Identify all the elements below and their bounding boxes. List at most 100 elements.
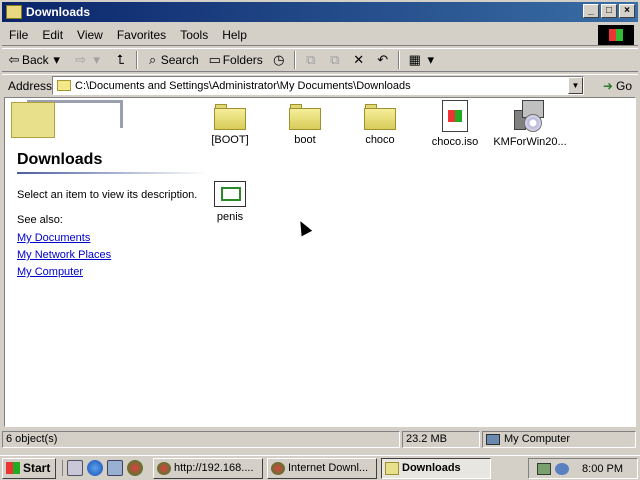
history-button[interactable]: ◷ — [267, 49, 291, 71]
close-button[interactable]: × — [619, 4, 635, 18]
system-tray: 8:00 PM — [528, 458, 638, 479]
internet-explorer-icon[interactable] — [87, 460, 103, 476]
web-view-panel: Downloads Select an item to view its des… — [5, 98, 210, 426]
file-item-label: [BOOT] — [211, 134, 249, 146]
go-label: Go — [615, 78, 632, 93]
address-label: Address — [8, 78, 53, 93]
outlook-express-icon[interactable] — [107, 460, 123, 476]
search-icon: ⌕ — [149, 52, 157, 67]
file-item-boot-bracket[interactable]: [BOOT] — [192, 102, 268, 146]
undo-icon: ↶ — [377, 52, 389, 67]
file-item-choco[interactable]: choco — [342, 102, 418, 146]
file-item-penis[interactable]: penis — [192, 181, 268, 223]
folder-icon — [385, 461, 399, 475]
search-button[interactable]: ⌕ Search — [141, 49, 203, 71]
copy-to-button[interactable]: ⧉ — [323, 49, 347, 71]
toolbar-separator — [293, 51, 296, 69]
start-button[interactable]: Start — [2, 457, 56, 479]
clock[interactable]: 8:00 PM — [582, 463, 623, 475]
task-downloads[interactable]: Downloads — [381, 457, 491, 479]
address-bar: Address C:\Documents and Settings\Admini… — [2, 74, 638, 96]
folders-button[interactable]: ▭ Folders — [203, 49, 267, 71]
address-value[interactable]: C:\Documents and Settings\Administrator\… — [75, 80, 411, 92]
folder-icon — [6, 5, 22, 19]
panel-divider — [17, 172, 207, 174]
file-item-label: penis — [216, 211, 244, 223]
computer-icon — [486, 433, 500, 445]
letter-icon — [214, 181, 246, 207]
status-size: 23.2 MB — [402, 430, 480, 448]
file-item-label: choco — [365, 134, 395, 146]
panel-description: Select an item to view its description. — [17, 189, 198, 201]
folder-icon — [214, 102, 246, 130]
explorer-window: Downloads _ □ × File Edit View Favorites… — [0, 0, 640, 455]
folder-view[interactable]: Downloads Select an item to view its des… — [4, 97, 636, 427]
file-item-boot[interactable]: boot — [267, 102, 343, 146]
quick-launch — [62, 460, 143, 476]
folders-label: Folders — [222, 53, 263, 67]
address-dropdown-icon[interactable]: ▼ — [568, 77, 583, 94]
file-item-label: KMForWin20... — [493, 136, 567, 148]
up-folder-icon: ⮤ — [116, 52, 125, 67]
folders-icon: ▭ — [208, 52, 221, 67]
link-my-documents[interactable]: My Documents — [17, 232, 90, 244]
network-icon[interactable] — [537, 462, 551, 475]
file-item-kmforwin[interactable]: KMForWin20... — [492, 100, 568, 148]
task-internet-download[interactable]: Internet Downl... — [267, 457, 377, 479]
file-item-label: choco.iso — [431, 136, 479, 148]
menu-help[interactable]: Help — [215, 28, 254, 42]
status-zone-label: My Computer — [504, 433, 571, 445]
delete-icon: ✕ — [353, 52, 365, 67]
copy-to-icon: ⧉ — [330, 52, 340, 67]
task-label: Internet Downl... — [288, 462, 369, 474]
show-desktop-icon[interactable] — [67, 460, 83, 476]
mouse-cursor-icon — [295, 218, 313, 237]
move-to-button[interactable]: ⧉ — [299, 49, 323, 71]
back-arrow-icon: ⇦ — [8, 52, 20, 67]
undo-button[interactable]: ↶ — [371, 49, 395, 71]
menu-favorites[interactable]: Favorites — [110, 28, 173, 42]
back-dropdown-icon[interactable]: ▾ — [49, 52, 65, 68]
title-bar[interactable]: Downloads _ □ × — [2, 2, 638, 22]
menu-edit[interactable]: Edit — [35, 28, 70, 42]
forward-dropdown-icon[interactable]: ▾ — [89, 52, 105, 68]
search-label: Search — [160, 53, 199, 67]
menu-tools[interactable]: Tools — [173, 28, 215, 42]
maximize-button[interactable]: □ — [601, 4, 617, 18]
views-button[interactable]: ▦ ▾ — [403, 49, 443, 71]
menu-view[interactable]: View — [70, 28, 110, 42]
task-label: http://192.168.... — [174, 462, 254, 474]
download-manager-icon — [271, 461, 285, 475]
address-input[interactable]: C:\Documents and Settings\Administrator\… — [52, 76, 584, 95]
connection-icon[interactable] — [555, 462, 569, 475]
link-my-network-places[interactable]: My Network Places — [17, 249, 111, 261]
link-my-computer[interactable]: My Computer — [17, 266, 83, 278]
views-icon: ▦ — [408, 52, 421, 67]
standard-toolbar: ⇦ Back ▾ ⇨ ▾ ⮤ ⌕ Search ▭ Folders ◷ ⧉ ⧉ — [2, 48, 638, 72]
delete-button[interactable]: ✕ — [347, 49, 371, 71]
file-item-label: boot — [294, 134, 316, 146]
media-player-icon[interactable] — [127, 460, 143, 476]
minimize-button[interactable]: _ — [583, 4, 599, 18]
back-label: Back — [22, 53, 49, 67]
back-button[interactable]: ⇦ Back ▾ — [2, 49, 69, 71]
iso-file-icon — [442, 100, 468, 132]
start-label: Start — [23, 461, 51, 475]
go-button[interactable]: ➜ Go — [603, 76, 632, 95]
large-folder-icon — [11, 102, 55, 138]
menu-file[interactable]: File — [2, 28, 35, 42]
window-title: Downloads — [26, 5, 91, 19]
task-browser[interactable]: http://192.168.... — [153, 457, 263, 479]
windows-logo-icon — [598, 25, 634, 45]
toolbar-separator — [135, 51, 138, 69]
history-icon: ◷ — [273, 52, 285, 67]
views-dropdown-icon[interactable]: ▾ — [423, 52, 439, 68]
file-item-choco-iso[interactable]: choco.iso — [417, 100, 493, 148]
up-button[interactable]: ⮤ — [109, 49, 133, 71]
forward-arrow-icon: ⇨ — [75, 52, 87, 67]
browser-icon — [157, 461, 171, 475]
status-bar: 6 object(s) 23.2 MB My Computer — [2, 430, 638, 448]
forward-button[interactable]: ⇨ ▾ — [69, 49, 109, 71]
menu-bar: File Edit View Favorites Tools Help — [2, 24, 638, 46]
installer-icon — [514, 100, 546, 132]
